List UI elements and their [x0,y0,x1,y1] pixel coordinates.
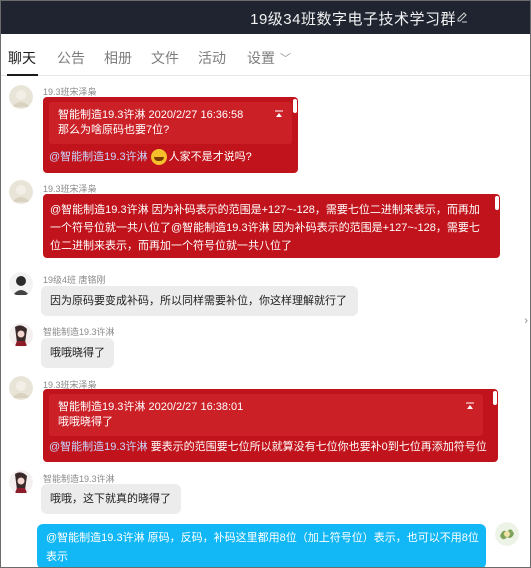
edit-icon[interactable] [456,11,468,23]
jump-to-quote-icon[interactable] [274,110,284,120]
chevron-right-icon[interactable]: › [524,315,528,327]
message-content: 人家不是才说吗? [168,150,252,163]
message-bubble[interactable]: 哦哦，这下就真的晓得了 [41,484,181,514]
avatar[interactable] [9,85,33,109]
message-bubble[interactable]: 哦哦晓得了 [41,338,114,368]
avatar[interactable] [9,376,33,400]
message-text: @智能制造19.3许淋 要表示的范围要七位所以就算没有七位你也要补0到七位再添加… [49,440,487,455]
message-content: 因为原码要变成补码，所以同样需要补位，你这样理解就行了 [50,295,347,307]
bubble-decoration [495,196,499,210]
chevron-down-icon: ﹀ [280,53,291,65]
quote-body: 哦哦晓得了 [58,416,113,428]
mention-link[interactable]: @智能制造19.3许淋 [49,151,148,163]
message-content: 哦哦，这下就真的晓得了 [50,493,171,505]
message-line: @智能制造19.3许淋 原码，反码，补码这里都用8位（加上符号位）表示，也可以不… [46,530,479,547]
avatar[interactable] [9,323,33,347]
quote-header: 智能制造19.3许淋 2020/2/27 16:36:58 [58,109,244,121]
message-line: 一个符号位就一共八位了@智能制造19.3许淋 因为补码表示的范围是+127~-1… [50,222,480,234]
laughing-emoji-icon [150,149,167,165]
tab-activity[interactable]: 活动 [198,48,226,68]
quote-header: 智能制造19.3许淋 2020/2/27 16:38:01 [58,401,244,413]
active-tab-indicator [7,74,38,76]
bubble-decoration [493,391,497,405]
mention-link[interactable]: @智能制造19.3许淋 [46,532,145,544]
message-line: 表示 [46,551,68,563]
tab-settings-label: 设置 [247,50,275,66]
tab-settings[interactable]: 设置 ﹀ [247,48,291,68]
sender-name[interactable]: 智能制造19.3许淋 [43,325,115,338]
message-bubble[interactable]: 因为原码要变成补码，所以同样需要补位，你这样理解就行了 [41,286,358,316]
mention-link[interactable]: @智能制造19.3许淋 [49,441,148,453]
avatar[interactable] [495,522,519,546]
message-line: @智能制造19.3许淋 因为补码表示的范围是+127~-128，需要七位二进制来… [50,204,480,216]
message-text: @智能制造19.3许淋 人家不是才说吗? [49,149,252,165]
message-bubble[interactable]: 智能制造19.3许淋 2020/2/27 16:38:01 哦哦晓得了 @智能制… [43,389,498,462]
sender-name[interactable]: 19级4班 唐铬刚 [43,273,106,286]
bubble-decoration [293,99,297,113]
message-content: 哦哦晓得了 [50,347,105,359]
message-bubble[interactable]: @智能制造19.3许淋 原码，反码，补码这里都用8位（加上符号位）表示，也可以不… [37,524,486,567]
message-line: 位二进制来表示，而再加一个符号位就一共八位了 [50,240,292,252]
group-title: 19级34班数字电子技术学习群 [250,11,456,28]
jump-to-quote-icon[interactable] [465,402,475,412]
message-bubble[interactable]: @智能制造19.3许淋 因为补码表示的范围是+127~-128，需要七位二进制来… [43,194,500,258]
tab-announcement[interactable]: 公告 [57,48,85,68]
tab-chat[interactable]: 聊天 [8,48,36,68]
message-content: 原码，反码，补码这里都用8位（加上符号位）表示，也可以不用8位 [144,532,479,544]
message-content: 要表示的范围要七位所以就算没有七位你也要补0到七位再添加符号位 [147,441,487,453]
message-bubble[interactable]: 智能制造19.3许淋 2020/2/27 16:36:58 那么为啥原码也要7位… [43,97,298,173]
tab-bar: 聊天 公告 相册 文件 活动 设置 ﹀ [1,34,530,76]
tab-album[interactable]: 相册 [104,48,132,68]
avatar[interactable] [9,470,33,494]
tab-files[interactable]: 文件 [151,48,179,68]
qq-group-window: 19级34班数字电子技术学习群 聊天 公告 相册 文件 活动 设置 ﹀ 19.3班… [0,0,531,568]
avatar[interactable] [9,272,33,296]
quoted-message[interactable]: 智能制造19.3许淋 2020/2/27 16:38:01 哦哦晓得了 [49,394,483,436]
chat-area: 19.3班宋泽枭 智能制造19.3许淋 2020/2/27 16:36:58 那… [1,77,530,567]
title-bar: 19级34班数字电子技术学习群 [1,1,530,34]
quoted-message[interactable]: 智能制造19.3许淋 2020/2/27 16:36:58 那么为啥原码也要7位… [49,102,292,144]
quote-body: 那么为啥原码也要7位? [58,124,170,136]
avatar[interactable] [9,180,33,204]
